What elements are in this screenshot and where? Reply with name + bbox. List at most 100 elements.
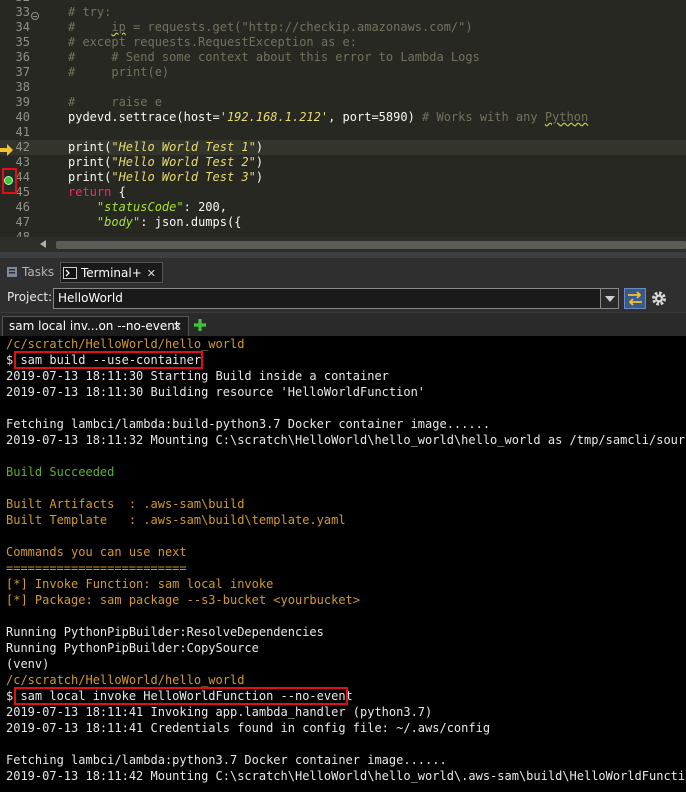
code-text: # print(e) bbox=[68, 65, 169, 80]
code-token: # print(e) bbox=[68, 65, 170, 79]
scrollbar-thumb[interactable] bbox=[56, 241, 686, 249]
code-token: "body" bbox=[96, 215, 141, 229]
code-token: ) bbox=[255, 170, 264, 184]
terminal-line: Running PythonPipBuilder:CopySource bbox=[6, 641, 259, 655]
code-line[interactable]: 35 # except requests.RequestException as … bbox=[0, 35, 686, 50]
line-number[interactable]: 33 bbox=[13, 5, 30, 20]
code-text: print("Hello World Test 2") bbox=[68, 155, 263, 170]
code-token: { bbox=[111, 185, 126, 199]
code-token: "Hello World Test 2" bbox=[111, 155, 256, 169]
code-line[interactable]: 39 # raise e bbox=[0, 95, 686, 110]
tab-terminal[interactable]: Terminal+ ✕ bbox=[60, 262, 163, 283]
terminal-line: 2019-07-13 18:11:32 Mounting C:\scratch\… bbox=[6, 433, 686, 447]
code-token: ) bbox=[255, 140, 264, 154]
terminal-line: Built Artifacts : .aws-sam\build bbox=[6, 497, 245, 511]
terminal-line: Running PythonPipBuilder:ResolveDependen… bbox=[6, 625, 324, 639]
close-icon[interactable]: ✕ bbox=[147, 263, 156, 284]
code-token: # try: bbox=[68, 5, 112, 19]
code-text: # # Send some context about this error t… bbox=[68, 50, 480, 65]
code-text: pydevd.settrace(host='192.168.1.212', po… bbox=[68, 110, 588, 125]
sync-button[interactable] bbox=[624, 288, 646, 309]
code-token: 200 bbox=[198, 200, 220, 214]
terminal-line: 2019-07-13 18:11:41 Credentials found in… bbox=[6, 721, 491, 735]
breakpoint-icon[interactable] bbox=[4, 176, 13, 185]
terminal-line: 2019-07-13 18:11:41 Invoking app.lambda_… bbox=[6, 705, 433, 719]
current-line-arrow-icon bbox=[0, 144, 13, 156]
code-text: # raise e bbox=[68, 95, 162, 110]
code-editor[interactable]: 3233# try:34# ip = requests.get("http://… bbox=[0, 0, 686, 252]
session-tab-label: sam local inv...on --no-event bbox=[9, 319, 180, 333]
code-token: = requests.get("http://checkip.amazonaws… bbox=[125, 20, 473, 34]
code-token: , port=5890) bbox=[328, 110, 423, 124]
code-line[interactable]: 37 # print(e) bbox=[0, 65, 686, 80]
terminal-line: Built Template : .aws-sam\build\template… bbox=[6, 513, 346, 527]
line-number[interactable]: 36 bbox=[13, 50, 30, 65]
terminal-line: ========================= bbox=[6, 561, 187, 575]
line-number[interactable]: 38 bbox=[13, 80, 30, 95]
panel-tab-bar: Tasks Terminal+ ✕ bbox=[0, 252, 686, 286]
code-line[interactable]: 41 bbox=[0, 125, 686, 140]
terminal-line: (venv) bbox=[6, 657, 50, 671]
terminal-session-tab[interactable]: sam local inv...on --no-event ✕ bbox=[2, 316, 189, 337]
gear-icon bbox=[652, 291, 666, 306]
code-token: '192.168.1.212' bbox=[219, 110, 329, 124]
code-token: print( bbox=[68, 140, 112, 154]
terminal-session-bar: sam local inv...on --no-event ✕ bbox=[0, 312, 686, 337]
code-token: # Works with any bbox=[422, 110, 545, 124]
line-number[interactable]: 42 bbox=[13, 140, 30, 155]
terminal-line: 2019-07-13 18:11:30 Building resource 'H… bbox=[6, 385, 426, 399]
code-token: return bbox=[68, 185, 112, 199]
code-text: # try: bbox=[68, 5, 111, 20]
close-session-icon[interactable]: ✕ bbox=[173, 317, 182, 336]
chevron-down-icon[interactable] bbox=[600, 289, 618, 308]
code-line[interactable]: 40 pydevd.settrace(host='192.168.1.212', … bbox=[0, 110, 686, 125]
line-number[interactable]: 47 bbox=[13, 215, 30, 230]
line-number[interactable]: 46 bbox=[13, 200, 30, 215]
code-token: print( bbox=[68, 155, 112, 169]
code-line[interactable]: 47 "body": json.dumps({ bbox=[0, 215, 686, 230]
terminal-line: [*] Invoke Function: sam local invoke bbox=[6, 577, 274, 591]
line-number[interactable]: 40 bbox=[13, 110, 30, 125]
line-number[interactable]: 35 bbox=[13, 35, 30, 50]
code-token: ) bbox=[255, 155, 264, 169]
code-text: # ip = requests.get("http://checkip.amaz… bbox=[68, 20, 473, 35]
code-token: "statusCode" bbox=[96, 200, 184, 214]
code-line[interactable]: 46 "statusCode": 200, bbox=[0, 200, 686, 215]
project-value: HelloWorld bbox=[58, 291, 123, 305]
code-token: , bbox=[219, 200, 227, 214]
tab-tasks-label: Tasks bbox=[22, 265, 55, 279]
line-number[interactable]: 41 bbox=[13, 125, 30, 140]
code-token: : json.dumps({ bbox=[140, 215, 242, 229]
sync-arrows-icon bbox=[628, 291, 642, 306]
terminal-output[interactable]: /c/scratch/HelloWorld/hello_world $ sam b… bbox=[0, 336, 686, 792]
code-line[interactable]: 45 return { bbox=[0, 185, 686, 200]
scroll-left-icon[interactable] bbox=[40, 240, 46, 248]
terminal-line: /c/scratch/HelloWorld/hello_world bbox=[6, 673, 245, 687]
code-token: # raise e bbox=[68, 95, 162, 109]
project-select[interactable]: HelloWorld bbox=[53, 288, 619, 309]
code-line[interactable]: 43 print("Hello World Test 2") bbox=[0, 155, 686, 170]
tab-tasks[interactable]: Tasks bbox=[6, 262, 54, 283]
code-text: "body": json.dumps({ bbox=[68, 215, 242, 230]
code-token: pydevd.settrace(host= bbox=[68, 110, 220, 124]
settings-button[interactable] bbox=[649, 288, 669, 309]
editor-horizontal-scrollbar[interactable] bbox=[0, 237, 686, 252]
code-text: print("Hello World Test 1") bbox=[68, 140, 263, 155]
add-session-icon[interactable] bbox=[193, 318, 207, 332]
code-token: print( bbox=[68, 170, 112, 184]
code-line[interactable]: 38 bbox=[0, 80, 686, 95]
terminal-line: Build Succeeded bbox=[6, 465, 115, 479]
code-line[interactable]: 34 # ip = requests.get("http://checkip.am… bbox=[0, 20, 686, 35]
code-line[interactable]: 44 print("Hello World Test 3") bbox=[0, 170, 686, 185]
line-number[interactable]: 39 bbox=[13, 95, 30, 110]
code-line[interactable]: 36 # # Send some context about this error… bbox=[0, 50, 686, 65]
code-line[interactable]: 42 print("Hello World Test 1") bbox=[0, 140, 686, 155]
line-number[interactable]: 37 bbox=[13, 65, 30, 80]
code-token: # except requests.RequestException as e: bbox=[68, 35, 357, 49]
line-number[interactable]: 34 bbox=[13, 20, 30, 35]
code-line[interactable]: 33 # try: bbox=[0, 5, 686, 20]
fold-collapse-icon[interactable] bbox=[31, 12, 39, 20]
terminal-line: [*] Package: sam package --s3-bucket <yo… bbox=[6, 593, 361, 607]
terminal-icon bbox=[63, 267, 77, 279]
